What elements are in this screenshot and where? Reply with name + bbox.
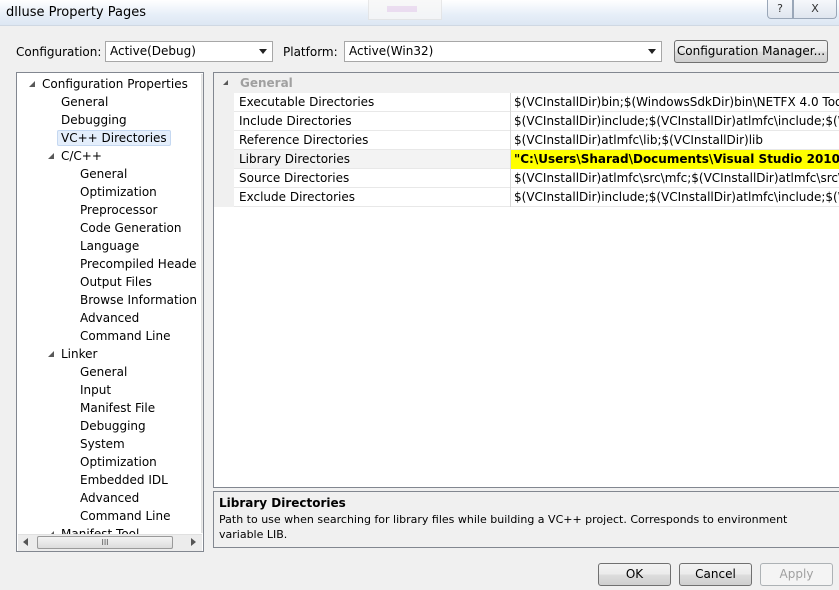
configuration-select[interactable]: Active(Debug) bbox=[105, 41, 273, 62]
tree-item-cpp-general[interactable]: General bbox=[80, 165, 127, 183]
configuration-value: Active(Debug) bbox=[110, 44, 196, 58]
tree-item-debugging[interactable]: Debugging bbox=[61, 111, 127, 129]
expand-triangle-icon[interactable] bbox=[29, 81, 35, 87]
platform-label: Platform: bbox=[283, 45, 338, 59]
property-value[interactable]: $(VCInstallDir)include;$(VCInstallDir)at… bbox=[510, 112, 839, 131]
tree-item-cpp-precompiled-headers[interactable]: Precompiled Heade bbox=[80, 255, 197, 273]
tree-item-general[interactable]: General bbox=[61, 93, 108, 111]
property-name: Include Directories bbox=[239, 114, 352, 128]
platform-value: Active(Win32) bbox=[349, 44, 434, 58]
tree-item-cpp-language[interactable]: Language bbox=[80, 237, 139, 255]
description-title: Library Directories bbox=[219, 496, 346, 510]
grid-row-reference-directories[interactable]: Reference Directories $(VCInstallDir)atl… bbox=[234, 131, 839, 150]
grid-row-include-directories[interactable]: Include Directories $(VCInstallDir)inclu… bbox=[234, 112, 839, 131]
expand-triangle-icon[interactable] bbox=[48, 351, 54, 357]
property-value[interactable]: $(VCInstallDir)bin;$(WindowsSdkDir)bin\N… bbox=[510, 93, 839, 112]
grid-row-executable-directories[interactable]: Executable Directories $(VCInstallDir)bi… bbox=[234, 93, 839, 112]
chevron-down-icon bbox=[648, 49, 656, 54]
tree-item-linker-system[interactable]: System bbox=[80, 435, 125, 453]
tree-item-linker-optimization[interactable]: Optimization bbox=[80, 453, 157, 471]
property-value-highlighted[interactable]: "C:\Users\Sharad\Documents\Visual Studio… bbox=[510, 150, 839, 169]
tree-item-cpp-optimization[interactable]: Optimization bbox=[80, 183, 157, 201]
apply-button[interactable]: Apply bbox=[760, 563, 833, 586]
grid-section-header[interactable]: General bbox=[214, 73, 839, 93]
grid-row-exclude-directories[interactable]: Exclude Directories $(VCInstallDir)inclu… bbox=[234, 188, 839, 207]
property-tree[interactable]: Configuration Properties General Debuggi… bbox=[16, 72, 204, 552]
description-panel: Library Directories Path to use when sea… bbox=[213, 491, 839, 548]
property-name: Executable Directories bbox=[239, 95, 375, 109]
grid-section-title: General bbox=[240, 76, 293, 90]
tree-item-linker-advanced[interactable]: Advanced bbox=[80, 489, 139, 507]
tree-item-linker-input[interactable]: Input bbox=[80, 381, 111, 399]
tree-item-cpp-code-generation[interactable]: Code Generation bbox=[80, 219, 181, 237]
property-name: Library Directories bbox=[239, 152, 350, 166]
tree-item-cpp-command-line[interactable]: Command Line bbox=[80, 327, 171, 345]
tree-item-linker-debugging[interactable]: Debugging bbox=[80, 417, 146, 435]
property-value[interactable]: $(VCInstallDir)include;$(VCInstallDir)at… bbox=[510, 188, 839, 207]
configuration-label: Configuration: bbox=[16, 45, 102, 59]
platform-select[interactable]: Active(Win32) bbox=[344, 41, 662, 62]
description-text: Path to use when searching for library f… bbox=[219, 513, 788, 541]
grid-row-source-directories[interactable]: Source Directories $(VCInstallDir)atlmfc… bbox=[234, 169, 839, 188]
property-name: Exclude Directories bbox=[239, 190, 355, 204]
property-name: Source Directories bbox=[239, 171, 350, 185]
tree-item-linker-general[interactable]: General bbox=[80, 363, 127, 381]
tree-item-configuration-properties[interactable]: Configuration Properties bbox=[17, 75, 201, 93]
scroll-left-arrow-icon[interactable] bbox=[23, 538, 28, 546]
tree-item-linker-manifest-file[interactable]: Manifest File bbox=[80, 399, 155, 417]
background-tab bbox=[368, 0, 442, 20]
window-title: dlluse Property Pages bbox=[6, 5, 147, 20]
tree-item-linker-embedded-idl[interactable]: Embedded IDL bbox=[80, 471, 168, 489]
tree-item-cpp-browse-information[interactable]: Browse Information bbox=[80, 291, 197, 309]
tree-item-linker-command-line[interactable]: Command Line bbox=[80, 507, 171, 525]
configuration-manager-button[interactable]: Configuration Manager... bbox=[674, 40, 828, 63]
property-grid[interactable]: General Executable Directories $(VCInsta… bbox=[213, 72, 839, 488]
cancel-button[interactable]: Cancel bbox=[679, 563, 752, 586]
tree-item-cpp-advanced[interactable]: Advanced bbox=[80, 309, 139, 327]
property-name: Reference Directories bbox=[239, 133, 369, 147]
tree-item-cpp-preprocessor[interactable]: Preprocessor bbox=[80, 201, 157, 219]
scroll-right-arrow-icon[interactable] bbox=[191, 538, 196, 546]
chevron-down-icon bbox=[259, 49, 267, 54]
tree-item-cpp-output-files[interactable]: Output Files bbox=[80, 273, 152, 291]
grid-row-library-directories[interactable]: Library Directories "C:\Users\Sharad\Doc… bbox=[234, 150, 839, 169]
tree-item-linker[interactable]: Linker bbox=[17, 345, 201, 363]
grid-gutter bbox=[214, 93, 234, 207]
tree-vertical-scroll-thumb[interactable]: ≡ bbox=[203, 107, 204, 437]
selected-item-label: VC++ Directories bbox=[57, 130, 171, 146]
expand-triangle-icon[interactable] bbox=[48, 153, 54, 159]
collapse-triangle-icon[interactable] bbox=[223, 80, 228, 85]
property-value[interactable]: $(VCInstallDir)atlmfc\src\mfc;$(VCInstal… bbox=[510, 169, 839, 188]
close-button[interactable]: X bbox=[793, 0, 837, 19]
property-value[interactable]: $(VCInstallDir)atlmfc\lib;$(VCInstallDir… bbox=[510, 131, 839, 150]
tree-item-c-cpp[interactable]: C/C++ bbox=[17, 147, 201, 165]
tree-item-vc-directories[interactable]: VC++ Directories bbox=[57, 129, 171, 147]
tree-horizontal-scroll-thumb[interactable]: III bbox=[37, 536, 173, 549]
ok-button[interactable]: OK bbox=[598, 563, 671, 586]
help-button[interactable]: ? bbox=[767, 0, 793, 19]
